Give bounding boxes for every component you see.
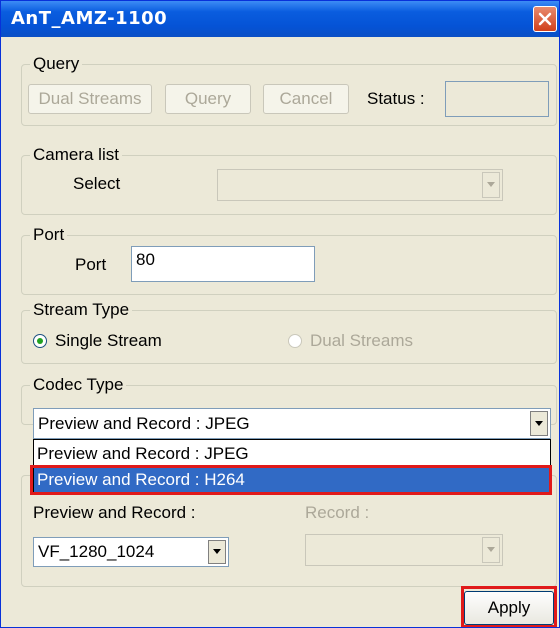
chevron-down-icon[interactable]: [208, 540, 226, 564]
dual-streams-radio[interactable]: [288, 334, 302, 348]
dual-streams-button[interactable]: Dual Streams: [28, 84, 152, 114]
stream-type-legend: Stream Type: [30, 300, 133, 320]
codec-dropdown-list: Preview and Record : JPEG Preview and Re…: [33, 439, 551, 495]
query-button[interactable]: Query: [165, 84, 251, 114]
status-label: Status :: [367, 89, 425, 108]
chevron-down-icon[interactable]: [482, 172, 500, 198]
camera-select[interactable]: [217, 169, 503, 201]
status-field: [445, 81, 549, 117]
codec-option-jpeg[interactable]: Preview and Record : JPEG: [34, 442, 550, 466]
apply-button[interactable]: Apply: [464, 591, 554, 625]
preview-record-label: Preview and Record :: [33, 503, 196, 522]
title-bar[interactable]: AnT_AMZ-1100: [1, 1, 559, 37]
chevron-down-icon[interactable]: [482, 537, 500, 563]
window-title: AnT_AMZ-1100: [11, 8, 168, 29]
single-stream-radio[interactable]: [33, 334, 47, 348]
preview-record-value: VF_1280_1024: [38, 542, 155, 561]
codec-type-select[interactable]: Preview and Record : JPEG: [33, 408, 551, 439]
close-button[interactable]: [533, 6, 557, 32]
record-select[interactable]: [305, 534, 503, 566]
codec-type-value: Preview and Record : JPEG: [38, 414, 250, 433]
port-input[interactable]: 80: [131, 246, 315, 282]
dialog-window: AnT_AMZ-1100 Query Dual Streams Query Ca…: [0, 0, 560, 628]
codec-type-legend: Codec Type: [30, 375, 127, 395]
chevron-down-icon[interactable]: [530, 411, 548, 436]
codec-option-h264[interactable]: Preview and Record : H264: [34, 468, 550, 492]
port-label: Port: [75, 255, 107, 274]
camera-list-legend: Camera list: [30, 145, 122, 165]
close-icon: [538, 12, 552, 26]
dual-streams-label[interactable]: Dual Streams: [310, 331, 413, 351]
select-label: Select: [73, 174, 121, 193]
cancel-button[interactable]: Cancel: [263, 84, 349, 114]
port-legend: Port: [30, 225, 68, 245]
record-label: Record :: [305, 503, 370, 522]
preview-record-select[interactable]: VF_1280_1024: [33, 537, 229, 567]
query-legend: Query: [30, 54, 83, 74]
single-stream-label[interactable]: Single Stream: [55, 331, 162, 351]
